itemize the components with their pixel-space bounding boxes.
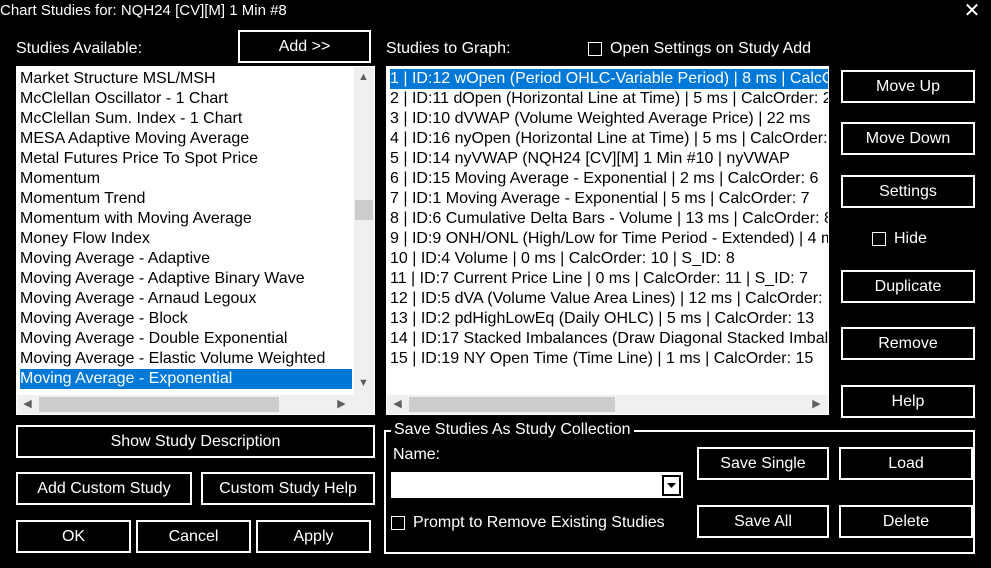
list-item[interactable]: McClellan Oscillator - 1 Chart: [20, 89, 352, 109]
list-item[interactable]: Market Structure MSL/MSH: [20, 69, 352, 89]
list-item[interactable]: Momentum Trend: [20, 189, 352, 209]
hide-checkbox[interactable]: [872, 232, 886, 246]
graph-horizontal-scrollbar[interactable]: ◀ ▶: [387, 395, 828, 414]
collection-name-combobox[interactable]: [391, 472, 683, 498]
list-item[interactable]: 7 | ID:1 Moving Average - Exponential | …: [390, 189, 828, 209]
title-bar: Chart Studies for: NQH24 [CV][M] 1 Min #…: [0, 0, 991, 24]
name-label: Name:: [393, 446, 441, 463]
list-item[interactable]: 10 | ID:4 Volume | 0 ms | CalcOrder: 10 …: [390, 249, 828, 269]
duplicate-button[interactable]: Duplicate: [841, 270, 975, 303]
scroll-left-arrow-icon[interactable]: ◀: [389, 396, 406, 413]
list-item[interactable]: 4 | ID:16 nyOpen (Horizontal Line at Tim…: [390, 129, 828, 149]
list-item[interactable]: Moving Average - Double Exponential: [20, 329, 352, 349]
hide-checkbox-row[interactable]: Hide: [872, 230, 927, 248]
list-item[interactable]: 15 | ID:19 NY Open Time (Time Line) | 1 …: [390, 349, 828, 369]
save-all-button[interactable]: Save All: [697, 505, 829, 538]
studies-to-graph-label: Studies to Graph:: [386, 40, 511, 57]
list-item[interactable]: 5 | ID:14 nyVWAP (NQH24 [CV][M] 1 Min #1…: [390, 149, 828, 169]
list-item[interactable]: Moving Average - Elastic Volume Weighted: [20, 349, 352, 369]
study-collection-group-label: Save Studies As Study Collection: [391, 421, 634, 439]
chevron-down-icon: [667, 483, 676, 488]
delete-button[interactable]: Delete: [839, 505, 973, 538]
vertical-scroll-thumb[interactable]: [355, 200, 373, 220]
horizontal-scroll-thumb[interactable]: [409, 397, 615, 412]
list-item[interactable]: Moving Average - Exponential: [20, 369, 352, 389]
list-item[interactable]: Momentum: [20, 169, 352, 189]
list-item[interactable]: Money Flow Index: [20, 229, 352, 249]
available-horizontal-scrollbar[interactable]: ◀ ▶: [17, 395, 374, 414]
cancel-button[interactable]: Cancel: [136, 520, 251, 553]
list-item[interactable]: Metal Futures Price To Spot Price: [20, 149, 352, 169]
close-icon[interactable]: ✕: [962, 0, 982, 22]
save-single-button[interactable]: Save Single: [697, 447, 829, 480]
prompt-remove-label: Prompt to Remove Existing Studies: [413, 514, 665, 531]
prompt-remove-checkbox-row[interactable]: Prompt to Remove Existing Studies: [391, 514, 665, 532]
list-item[interactable]: 3 | ID:10 dVWAP (Volume Weighted Average…: [390, 109, 828, 129]
combo-dropdown-button[interactable]: [662, 475, 681, 496]
move-up-button[interactable]: Move Up: [841, 70, 975, 103]
open-settings-checkbox-row[interactable]: Open Settings on Study Add: [588, 40, 811, 58]
list-item[interactable]: Moving Average - Adaptive: [20, 249, 352, 269]
open-settings-checkbox[interactable]: [588, 42, 602, 56]
available-vertical-scrollbar[interactable]: ▲ ▼: [354, 67, 374, 395]
scroll-left-arrow-icon[interactable]: ◀: [19, 396, 36, 413]
list-item[interactable]: McClellan Sum. Index - 1 Chart: [20, 109, 352, 129]
hide-label: Hide: [894, 230, 927, 247]
list-item[interactable]: 1 | ID:12 wOpen (Period OHLC-Variable Pe…: [390, 69, 828, 89]
add-custom-study-button[interactable]: Add Custom Study: [16, 472, 192, 505]
studies-available-label: Studies Available:: [16, 40, 143, 57]
window-title: Chart Studies for: NQH24 [CV][M] 1 Min #…: [0, 2, 287, 19]
list-item[interactable]: MESA Adaptive Moving Average: [20, 129, 352, 149]
list-item[interactable]: Moving Average - Arnaud Legoux: [20, 289, 352, 309]
scroll-down-arrow-icon[interactable]: ▼: [355, 375, 372, 392]
list-item[interactable]: 8 | ID:6 Cumulative Delta Bars - Volume …: [390, 209, 828, 229]
add-button[interactable]: Add >>: [238, 30, 371, 63]
list-item[interactable]: 12 | ID:5 dVA (Volume Value Area Lines) …: [390, 289, 828, 309]
open-settings-label: Open Settings on Study Add: [610, 40, 812, 57]
list-item[interactable]: 14 | ID:17 Stacked Imbalances (Draw Diag…: [390, 329, 828, 349]
list-item[interactable]: 13 | ID:2 pdHighLowEq (Daily OHLC) | 5 m…: [390, 309, 828, 329]
prompt-remove-checkbox[interactable]: [391, 516, 405, 530]
ok-button[interactable]: OK: [16, 520, 131, 553]
scroll-up-arrow-icon[interactable]: ▲: [355, 69, 372, 86]
apply-button[interactable]: Apply: [256, 520, 371, 553]
scroll-right-arrow-icon[interactable]: ▶: [808, 396, 825, 413]
remove-button[interactable]: Remove: [841, 327, 975, 360]
list-item[interactable]: 2 | ID:11 dOpen (Horizontal Line at Time…: [390, 89, 828, 109]
help-button[interactable]: Help: [841, 385, 975, 418]
load-button[interactable]: Load: [839, 447, 973, 480]
horizontal-scroll-thumb[interactable]: [39, 397, 279, 412]
studies-available-list[interactable]: Market Structure MSL/MSH McClellan Oscill…: [16, 66, 375, 415]
list-item[interactable]: Moving Average - Block: [20, 309, 352, 329]
list-item[interactable]: 6 | ID:15 Moving Average - Exponential |…: [390, 169, 828, 189]
list-item[interactable]: Momentum with Moving Average: [20, 209, 352, 229]
custom-study-help-button[interactable]: Custom Study Help: [201, 472, 375, 505]
studies-to-graph-list[interactable]: 1 | ID:12 wOpen (Period OHLC-Variable Pe…: [386, 66, 829, 415]
show-study-description-button[interactable]: Show Study Description: [16, 425, 375, 458]
list-item[interactable]: 11 | ID:7 Current Price Line | 0 ms | Ca…: [390, 269, 828, 289]
list-item[interactable]: Moving Average - Adaptive Binary Wave: [20, 269, 352, 289]
list-item[interactable]: 9 | ID:9 ONH/ONL (High/Low for Time Peri…: [390, 229, 828, 249]
move-down-button[interactable]: Move Down: [841, 122, 975, 155]
scroll-right-arrow-icon[interactable]: ▶: [333, 396, 350, 413]
settings-button[interactable]: Settings: [841, 175, 975, 208]
